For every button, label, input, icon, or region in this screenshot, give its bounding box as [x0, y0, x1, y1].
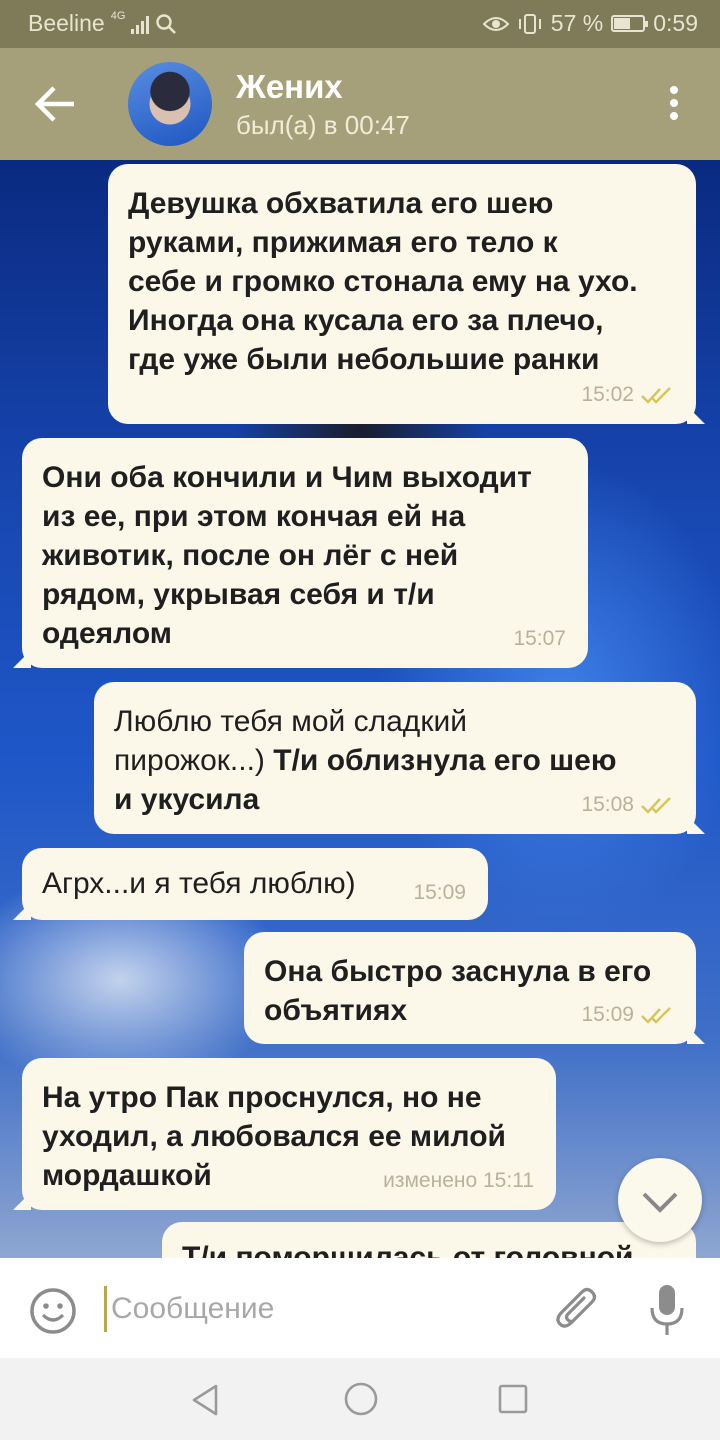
message-meta: изменено 15:11	[383, 1161, 534, 1200]
arrow-left-icon[interactable]	[30, 80, 80, 128]
message-bubble-outgoing[interactable]: Она быстро заснула в его объятиях 15:09	[244, 932, 696, 1044]
message-text: Агрх...и я тебя люблю)	[42, 867, 356, 900]
chat-header: Жених был(а) в 00:47	[0, 48, 720, 160]
search-icon	[156, 13, 177, 34]
message-time: 15:07	[513, 627, 566, 650]
last-seen-status: был(а) в 00:47	[236, 110, 410, 140]
carrier-label: Beeline	[28, 10, 105, 36]
nav-home-circle-icon[interactable]	[342, 1380, 380, 1418]
avatar[interactable]	[128, 62, 212, 146]
message-text: из ее, при этом кончая ей на	[42, 500, 466, 533]
message-meta: 15:07	[513, 619, 566, 658]
chat-title[interactable]: Жених	[236, 68, 343, 106]
system-navigation-bar	[0, 1358, 720, 1440]
vibrate-icon	[518, 13, 541, 34]
message-text: Люблю тебя мой сладкий	[114, 705, 467, 738]
more-vertical-icon[interactable]	[668, 86, 680, 126]
message-text: одеялом	[42, 617, 172, 650]
double-check-icon	[641, 386, 671, 404]
message-bubble-incoming[interactable]: На утро Пак проснулся, но не уходил, а л…	[22, 1058, 556, 1210]
clock: 0:59	[653, 10, 698, 36]
message-time: 15:02	[581, 383, 634, 406]
message-text: себе и громко стонала ему на ухо.	[128, 265, 638, 298]
double-check-icon	[641, 1006, 671, 1024]
message-meta: 15:08	[581, 785, 674, 824]
message-text: Девушка обхватила его шею	[128, 187, 554, 220]
message-text: где уже были небольшие ранки	[128, 343, 600, 376]
message-bubble-outgoing[interactable]: Т/и поморщилась от головной	[162, 1222, 696, 1258]
message-text: Т/и облизнула его шею	[273, 744, 617, 777]
microphone-icon[interactable]	[644, 1282, 690, 1338]
message-text: Она быстро заснула в его	[264, 955, 652, 988]
message-text: уходил, а любовался ее милой	[42, 1120, 506, 1153]
scroll-down-button[interactable]	[618, 1158, 702, 1242]
battery-percent: 57 %	[550, 10, 604, 36]
message-time: 15:09	[413, 881, 466, 904]
double-check-icon	[641, 796, 671, 814]
message-text: Т/и поморщилась от головной	[182, 1241, 634, 1258]
eye-icon	[482, 16, 509, 31]
message-text: рядом, укрывая себя и т/и	[42, 578, 435, 611]
signal-icon	[131, 14, 150, 34]
message-bubble-incoming[interactable]: Они оба кончили и Чим выходит из ее, при…	[22, 438, 588, 668]
message-list[interactable]: Девушка обхватила его шею руками, прижим…	[0, 160, 720, 1258]
message-meta: 15:09	[413, 873, 466, 912]
message-text: животик, после он лёг с ней	[42, 539, 459, 572]
message-text: руками, прижимая его тело к	[128, 226, 558, 259]
message-meta: 15:09	[581, 995, 674, 1034]
battery-icon	[611, 15, 649, 32]
message-time: 15:08	[581, 793, 634, 816]
emoji-icon[interactable]	[28, 1286, 78, 1336]
message-bubble-incoming[interactable]: Агрх...и я тебя люблю) 15:09	[22, 848, 488, 920]
nav-recents-square-icon[interactable]	[496, 1382, 530, 1416]
status-bar: Beeline 4G 57 % 0:59	[0, 0, 720, 48]
message-text: Иногда она кусала его за плечо,	[128, 304, 604, 337]
chevron-down-icon	[642, 1192, 678, 1213]
message-input[interactable]	[104, 1286, 531, 1332]
message-bubble-outgoing[interactable]: Девушка обхватила его шею руками, прижим…	[108, 164, 696, 424]
message-bubble-outgoing[interactable]: Люблю тебя мой сладкий пирожок...) Т/и о…	[94, 682, 696, 834]
message-edited-time: изменено 15:11	[383, 1169, 534, 1192]
message-text: Они оба кончили и Чим выходит	[42, 461, 532, 494]
message-text: На утро Пак проснулся, но не	[42, 1081, 482, 1114]
composer-bar	[0, 1258, 720, 1358]
nav-back-triangle-icon[interactable]	[188, 1382, 224, 1418]
paperclip-icon[interactable]	[552, 1284, 602, 1338]
message-meta: 15:02	[581, 375, 674, 414]
network-label: 4G	[110, 10, 126, 22]
message-text: пирожок...)	[114, 744, 274, 777]
message-time: 15:09	[581, 1003, 634, 1026]
